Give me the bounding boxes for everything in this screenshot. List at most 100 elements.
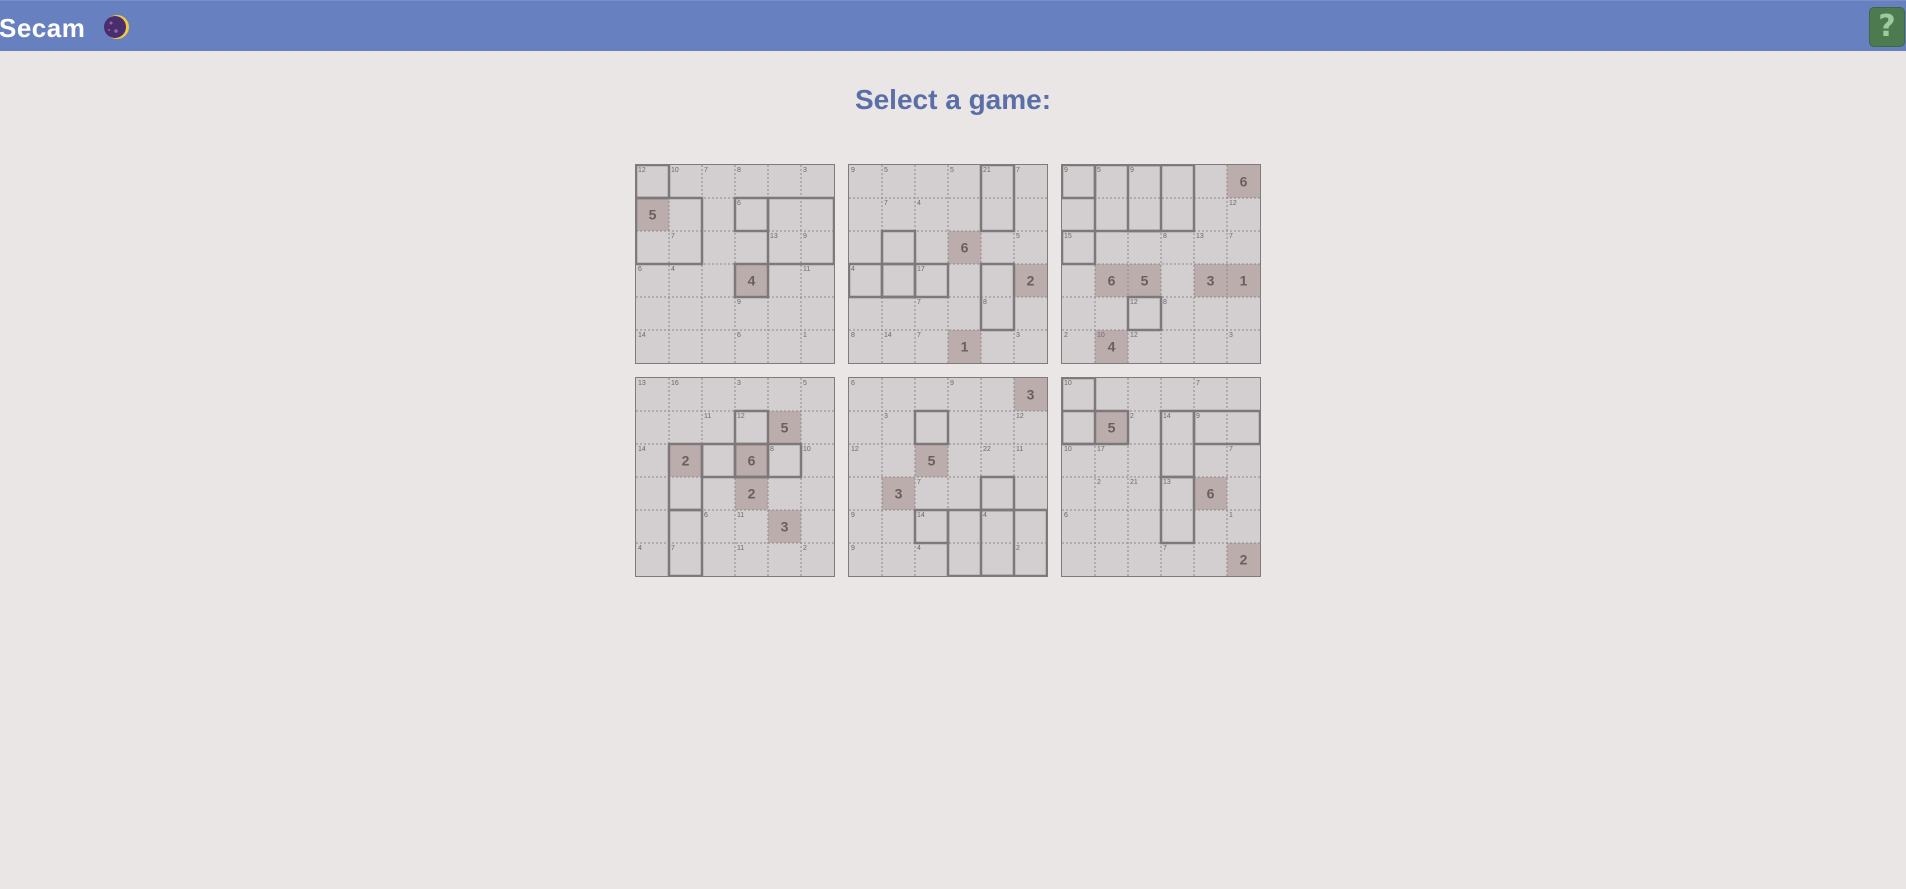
given-digit: 6 bbox=[1108, 273, 1116, 289]
puzzle-grid: 12 10 7 8 3 6 7 13 9 6 4 11 9 14 6 1 5 4 bbox=[636, 165, 834, 363]
cage-sum: 8 bbox=[770, 446, 774, 453]
given-digit: 5 bbox=[928, 453, 936, 469]
cage-sum: 12 bbox=[1130, 299, 1138, 306]
puzzle-thumbnail-3[interactable]: 9 5 9 12 15 8 13 7 12 8 2 10 12 3 6 6 5 3 1 4 bbox=[1061, 164, 1261, 364]
given-digit: 6 bbox=[1207, 486, 1215, 502]
given-digit: 4 bbox=[1108, 339, 1116, 355]
cage-sum: 9 bbox=[737, 299, 741, 306]
cage-sum: 1 bbox=[803, 332, 807, 339]
puzzle-grid: 9 5 5 21 77 454 177 88 14 7 3621 bbox=[849, 165, 1047, 363]
cage-sum: 12 bbox=[638, 167, 646, 174]
cage-sum: 9 bbox=[803, 233, 807, 240]
given-digit: 3 bbox=[781, 519, 789, 535]
puzzle-thumbnail-1[interactable]: 12 10 7 8 3 6 7 13 9 6 4 11 9 14 6 1 5 4 bbox=[635, 164, 835, 364]
cage-sum: 13 bbox=[1163, 479, 1171, 486]
cage-sum: 6 bbox=[737, 200, 741, 207]
given-digit: 5 bbox=[781, 420, 789, 436]
cage-sum: 3 bbox=[1016, 332, 1020, 339]
given-digit: 2 bbox=[1027, 273, 1035, 289]
cage-sum: 7 bbox=[1229, 446, 1233, 453]
cage-outline bbox=[913, 409, 950, 446]
cage-sum: 12 bbox=[1130, 332, 1138, 339]
cage-sum: 7 bbox=[884, 200, 888, 207]
cage-sum: 12 bbox=[1229, 200, 1237, 207]
given-digit: 5 bbox=[1141, 273, 1149, 289]
cage-sum: 2 bbox=[803, 545, 807, 552]
cage-sum: 9 bbox=[950, 380, 954, 387]
puzzle-grid: 10 72 14 910 17 72 21 136 17562 bbox=[1062, 378, 1260, 576]
cage-sum: 10 bbox=[1064, 380, 1072, 387]
cage-sum: 7 bbox=[671, 233, 675, 240]
puzzle-gallery: 12 10 7 8 3 6 7 13 9 6 4 11 9 14 6 1 5 4 9 5 5 21 7 7 4 5 4 17 7 8 8 1… bbox=[0, 0, 1906, 889]
cage-sum: 4 bbox=[638, 545, 642, 552]
cage-sum: 9 bbox=[851, 512, 855, 519]
given-digit: 2 bbox=[682, 453, 690, 469]
cage-sum: 4 bbox=[983, 512, 987, 519]
cage-sum: 9 bbox=[1064, 167, 1068, 174]
cage-sum: 11 bbox=[803, 266, 810, 273]
cage-sum: 21 bbox=[983, 167, 991, 174]
given-digit: 6 bbox=[748, 453, 756, 469]
cage-sum: 15 bbox=[1064, 233, 1072, 240]
cage-sum: 9 bbox=[851, 167, 855, 174]
cage-sum: 14 bbox=[884, 332, 892, 339]
cage-sum: 6 bbox=[851, 380, 855, 387]
cage-sum: 12 bbox=[1016, 413, 1024, 420]
puzzle-grid: 6 9 3 12 12 22 11 7 9 14 4 9 4 2 3 5 3 bbox=[849, 378, 1047, 576]
given-digit: 3 bbox=[1207, 273, 1215, 289]
cage-sum: 7 bbox=[917, 299, 921, 306]
cage-sum: 22 bbox=[983, 446, 991, 453]
puzzle-thumbnail-6[interactable]: 10 7 2 14 9 10 17 7 2 21 13 6 1 7 5 6 2 bbox=[1061, 377, 1261, 577]
cage-sum: 8 bbox=[1163, 299, 1167, 306]
cage-sum: 6 bbox=[704, 512, 708, 519]
cage-sum: 5 bbox=[884, 167, 888, 174]
cage-sum: 14 bbox=[638, 446, 646, 453]
puzzle-grid: 13 16 3 5 11 12 14 8 10 6 11 4 7 11 2 5 2 6 2 3 bbox=[636, 378, 834, 576]
cage-sum: 10 bbox=[671, 167, 679, 174]
cage-sum: 11 bbox=[737, 512, 744, 519]
cage-sum: 2 bbox=[1064, 332, 1068, 339]
given-digit: 6 bbox=[1240, 174, 1248, 190]
cage-sum: 9 bbox=[851, 545, 855, 552]
cage-sum: 7 bbox=[917, 332, 921, 339]
given-digit: 4 bbox=[748, 273, 756, 289]
cage-sum: 4 bbox=[851, 266, 855, 273]
cage-sum: 4 bbox=[671, 266, 675, 273]
cage-outline bbox=[979, 475, 1016, 512]
cage-sum: 10 bbox=[1064, 446, 1072, 453]
given-digit: 5 bbox=[649, 207, 657, 223]
cage-sum: 8 bbox=[851, 332, 855, 339]
given-digit: 1 bbox=[961, 339, 969, 355]
cage-sum: 13 bbox=[1196, 233, 1204, 240]
given-digit: 5 bbox=[1108, 420, 1116, 436]
cage-sum: 1 bbox=[1229, 512, 1233, 519]
cage-sum: 7 bbox=[1196, 380, 1200, 387]
cage-sum: 3 bbox=[737, 380, 741, 387]
cage-outline bbox=[1159, 475, 1196, 545]
puzzle-thumbnail-2[interactable]: 9 5 5 21 7 7 4 5 4 17 7 8 8 14 7 3 6 2 1 bbox=[848, 164, 1048, 364]
cage-sum: 4 bbox=[917, 200, 921, 207]
cage-sum: 14 bbox=[638, 332, 646, 339]
cage-sum: 2 bbox=[1097, 479, 1101, 486]
cage-outline bbox=[1159, 409, 1196, 479]
given-digit: 6 bbox=[961, 240, 969, 256]
given-digit: 3 bbox=[1027, 387, 1035, 403]
puzzle-thumbnail-5[interactable]: 6 9 3 12 12 22 11 7 9 14 4 9 4 2 3 5 3 bbox=[848, 377, 1048, 577]
cage-sum: 5 bbox=[803, 380, 807, 387]
cage-sum: 16 bbox=[671, 380, 679, 387]
cage-sum: 10 bbox=[803, 446, 811, 453]
cage-sum: 21 bbox=[1130, 479, 1138, 486]
cage-sum: 14 bbox=[1163, 413, 1171, 420]
puzzle-thumbnail-4[interactable]: 13 16 3 5 11 12 14 8 10 6 11 4 7 11 2 5 2 6 2 3 bbox=[635, 377, 835, 577]
cage-sum: 8 bbox=[1163, 233, 1167, 240]
given-digit: 2 bbox=[748, 486, 756, 502]
cage-sum: 7 bbox=[704, 167, 708, 174]
cage-sum: 14 bbox=[917, 512, 925, 519]
cage-sum: 7 bbox=[1229, 233, 1233, 240]
cage-sum: 2 bbox=[1016, 545, 1020, 552]
given-digit: 2 bbox=[1240, 552, 1248, 568]
cage-sum: 6 bbox=[638, 266, 642, 273]
cage-sum: 12 bbox=[851, 446, 859, 453]
cage-sum: 7 bbox=[917, 479, 921, 486]
cage-sum: 12 bbox=[737, 413, 745, 420]
